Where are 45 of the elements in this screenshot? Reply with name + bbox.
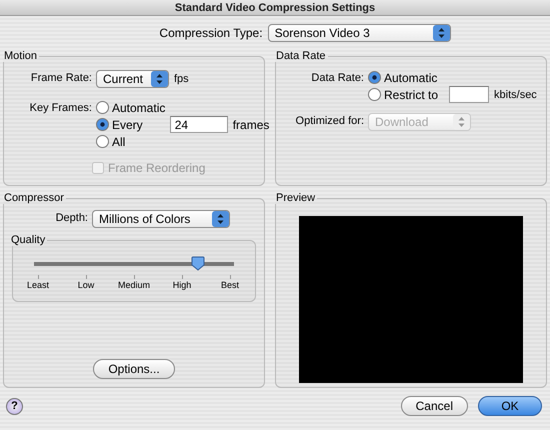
checkbox-label: Frame Reordering <box>108 161 206 175</box>
unit-label: fps <box>174 73 189 85</box>
group-title: Preview <box>275 192 316 204</box>
group-title: Quality <box>10 234 46 246</box>
radio-label: Every <box>112 118 143 132</box>
group-title: Data Rate <box>275 50 327 62</box>
ok-button[interactable]: OK <box>478 396 542 416</box>
radio-label: Restrict to <box>384 88 438 102</box>
stepper-icon <box>212 211 229 227</box>
data-rate-limit-field[interactable] <box>449 86 490 103</box>
unit-label: frames <box>232 118 270 132</box>
help-button[interactable]: ? <box>6 398 23 414</box>
key-frame-interval-field[interactable]: 24 <box>170 116 228 133</box>
radio-button[interactable] <box>96 101 109 114</box>
stepper-icon <box>151 71 168 87</box>
tick-label: Low <box>78 280 94 290</box>
radio-button[interactable] <box>368 88 381 101</box>
field-label: Frame Rate: <box>30 71 92 84</box>
field-label: Compression Type: <box>159 26 263 40</box>
radio-label: Automatic <box>112 100 166 114</box>
window-title: Standard Video Compression Settings <box>174 2 376 14</box>
depth-popup[interactable]: Millions of Colors <box>92 210 230 228</box>
unit-label: kbits/sec <box>494 88 537 100</box>
frame-rate-popup[interactable]: Current <box>96 70 169 88</box>
compression-type-popup[interactable]: Sorenson Video 3 <box>268 24 451 42</box>
field-label: Optimized for: <box>294 114 364 127</box>
radio-button[interactable] <box>96 118 109 131</box>
radio-button[interactable] <box>368 71 381 84</box>
group-title: Motion <box>3 50 38 62</box>
slider-thumb[interactable] <box>191 256 205 271</box>
field-label: Data Rate: <box>310 71 364 84</box>
options-button[interactable]: Options... <box>93 359 175 379</box>
tick-label: Least <box>26 280 50 290</box>
radio-label: Automatic <box>384 70 438 84</box>
field-label: Key Frames: <box>28 101 92 114</box>
tick-label: Medium <box>118 280 150 290</box>
tick-label: High <box>172 280 192 290</box>
stepper-icon <box>453 114 470 130</box>
stepper-icon <box>432 25 450 41</box>
radio-label: All <box>112 134 126 148</box>
cancel-button[interactable]: Cancel <box>400 396 468 416</box>
group-title: Compressor <box>3 192 65 204</box>
tick-label: Best <box>220 280 239 290</box>
field-label: Depth: <box>54 211 88 224</box>
radio-button[interactable] <box>96 135 109 148</box>
